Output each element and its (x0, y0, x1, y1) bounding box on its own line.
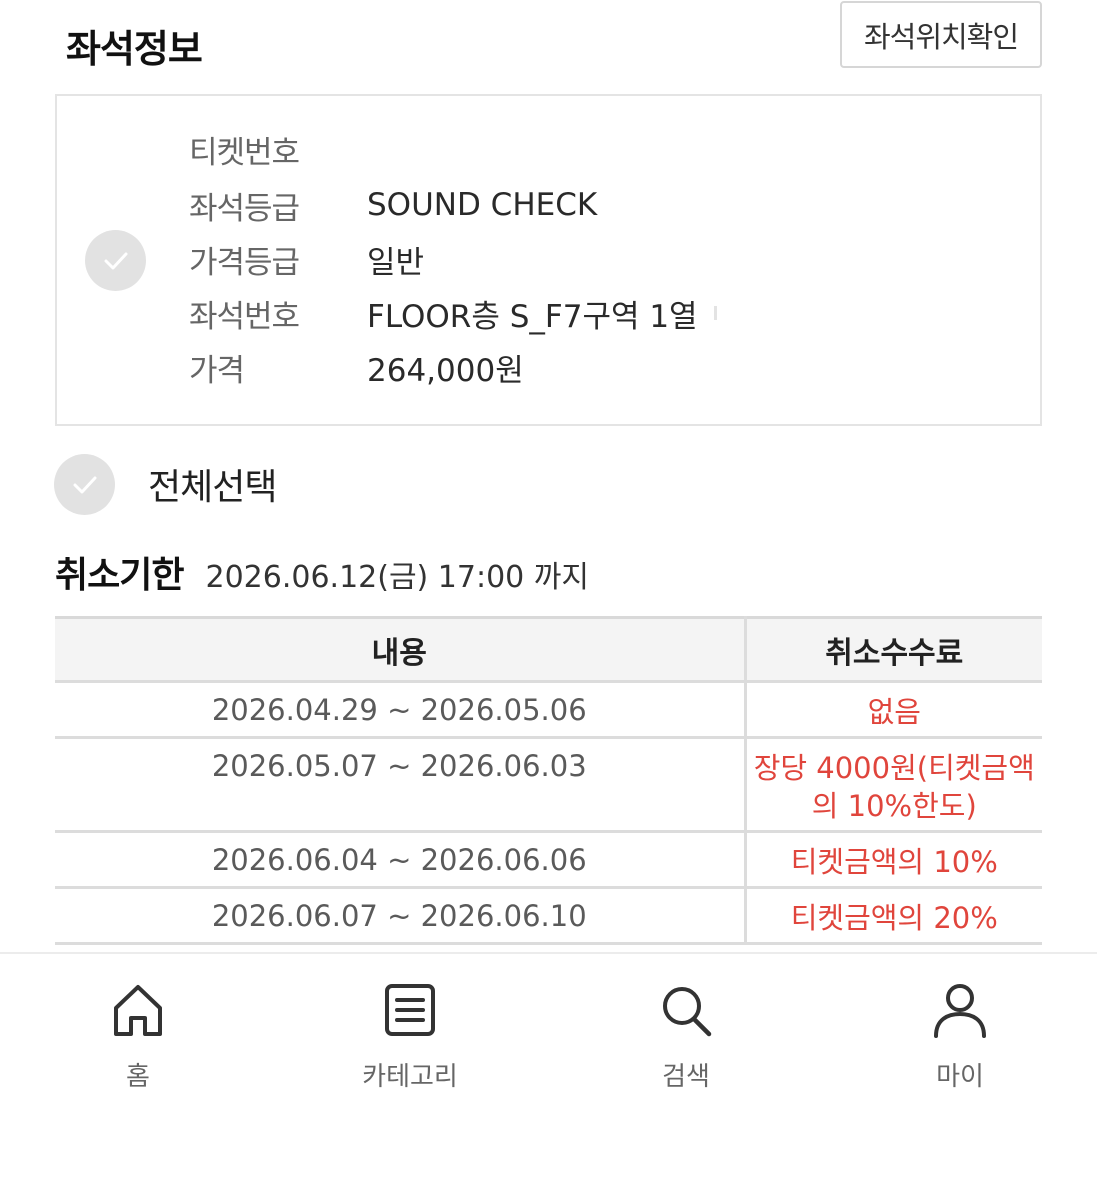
column-header-content: 내용 (55, 616, 747, 683)
search-icon (663, 987, 712, 1037)
select-all-checkbox[interactable] (54, 454, 115, 515)
seat-number-value: FLOOR층 S_F7구역 1열 (367, 298, 698, 335)
select-all-toggle[interactable]: 전체선택 (54, 454, 354, 516)
header: 좌석정보 좌석위치확인 (0, 0, 1097, 90)
nav-label-my: 마이 (936, 1062, 984, 1092)
fee-amount: 티켓금액의 20% (745, 887, 1042, 945)
select-all-label: 전체선택 (148, 467, 277, 508)
fee-period: 2026.06.07 ~ 2026.06.10 (55, 887, 747, 945)
table-row: 2026.06.07 ~ 2026.06.10 티켓금액의 20% (55, 887, 1042, 945)
column-header-fee: 취소수수료 (745, 616, 1042, 683)
nav-item-home[interactable]: 홈 (38, 980, 238, 1100)
ticket-row-seat-grade: 좌석등급 SOUND CHECK (189, 180, 597, 230)
ticket-number-label: 티켓번호 (189, 134, 300, 171)
ticket-row-price-grade: 가격등급 일반 (189, 234, 424, 284)
table-row: 2026.05.07 ~ 2026.06.03 장당 4000원(티켓금액의 1… (55, 737, 1042, 833)
price-grade-label: 가격등급 (189, 244, 300, 281)
check-icon (73, 476, 96, 493)
table-row: 2026.06.04 ~ 2026.06.06 티켓금액의 10% (55, 831, 1042, 889)
fee-amount: 장당 4000원(티켓금액의 10%한도) (745, 737, 1042, 833)
cancel-deadline-title: 취소기한 (55, 555, 184, 596)
nav-item-category[interactable]: 카테고리 (310, 980, 510, 1100)
seat-grade-value: SOUND CHECK (367, 187, 598, 223)
table-header-row: 내용 취소수수료 (55, 616, 1042, 683)
check-icon (104, 252, 127, 269)
cancel-deadline-value: 2026.06.12(금) 17:00 까지 (205, 560, 589, 595)
list-icon (385, 984, 435, 1036)
ticket-row-seat-number: 좌석번호 FLOOR층 S_F7구역 1열 (189, 288, 717, 338)
price-value: 264,000원 (367, 352, 524, 389)
fee-period: 2026.05.07 ~ 2026.06.03 (55, 737, 747, 833)
home-icon (114, 985, 162, 1036)
ticket-row-number: 티켓번호 (189, 124, 367, 174)
nav-label-search: 검색 (662, 1062, 710, 1092)
ticket-row-price: 가격 264,000원 (189, 342, 524, 392)
seat-number-label: 좌석번호 (189, 298, 300, 335)
fee-period: 2026.06.04 ~ 2026.06.06 (55, 831, 747, 889)
ticket-card: 티켓번호 좌석등급 SOUND CHECK 가격등급 일반 좌석번호 FLOOR… (55, 94, 1042, 426)
nav-item-my[interactable]: 마이 (860, 980, 1060, 1100)
fee-period: 2026.04.29 ~ 2026.05.06 (55, 681, 747, 739)
table-row: 2026.04.29 ~ 2026.05.06 없음 (55, 681, 1042, 739)
redacted-mark (713, 306, 717, 320)
price-grade-value: 일반 (367, 244, 425, 281)
page-title: 좌석정보 (66, 27, 203, 71)
fee-amount: 티켓금액의 10% (745, 831, 1042, 889)
seat-location-button[interactable]: 좌석위치확인 (840, 1, 1042, 68)
bottom-nav: 홈 카테고리 검색 마이 (0, 952, 1097, 1200)
price-label: 가격 (189, 352, 245, 389)
fee-amount: 없음 (745, 681, 1042, 739)
cancel-fee-table: 내용 취소수수료 2026.04.29 ~ 2026.05.06 없음 2026… (55, 616, 1042, 945)
nav-label-home: 홈 (126, 1062, 150, 1092)
seat-grade-label: 좌석등급 (189, 190, 300, 227)
cancel-deadline: 취소기한 2026.06.12(금) 17:00 까지 (55, 546, 589, 596)
nav-label-category: 카테고리 (362, 1062, 458, 1092)
ticket-checkbox[interactable] (85, 230, 146, 291)
nav-item-search[interactable]: 검색 (586, 980, 786, 1100)
person-icon (934, 984, 986, 1038)
